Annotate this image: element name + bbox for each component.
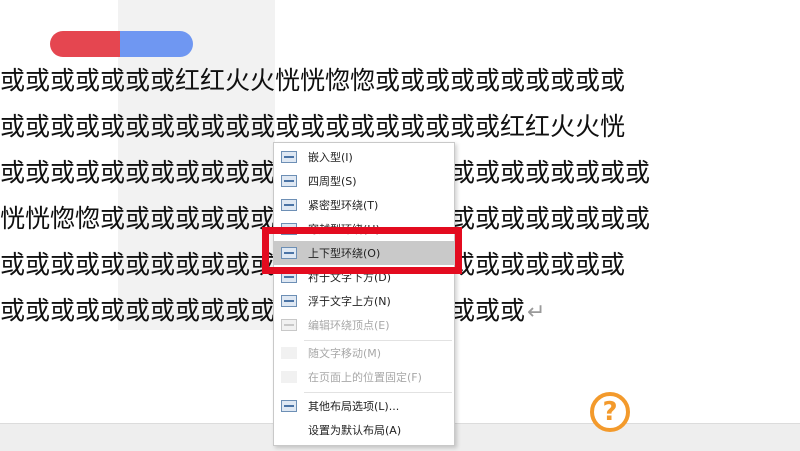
edit-wrap-points-icon	[281, 319, 297, 331]
menu-item-move-with-text: 随文字移动(M)	[274, 341, 454, 365]
square-wrap-icon	[281, 175, 297, 187]
menu-item-label: 嵌入型(I)	[308, 151, 353, 164]
color-pill-decoration	[50, 31, 193, 57]
menu-item-label: 四周型(S)	[308, 175, 357, 188]
menu-item-label: 设置为默认布局(A)	[308, 424, 402, 437]
pill-blue-segment	[120, 31, 193, 57]
document-line-1[interactable]: 或或或或或或或红红火火恍恍惚惚或或或或或或或或或或	[0, 59, 800, 103]
inline-wrap-icon	[281, 151, 297, 163]
menu-item-label: 编辑环绕顶点(E)	[308, 319, 390, 332]
in-front-of-text-icon	[281, 295, 297, 307]
menu-item-label: 其他布局选项(L)...	[308, 400, 400, 413]
menu-item-label: 紧密型环绕(T)	[308, 199, 379, 212]
more-layout-options-icon	[281, 400, 297, 412]
menu-item-label: 在页面上的位置固定(F)	[308, 371, 422, 384]
menu-item-label: 浮于文字上方(N)	[308, 295, 391, 308]
menu-item-fix-position: 在页面上的位置固定(F)	[274, 365, 454, 389]
help-icon[interactable]: ?	[590, 392, 630, 432]
paragraph-mark-icon: ↵	[527, 300, 546, 325]
menu-separator	[304, 392, 452, 393]
menu-item-edit-wrap-points: 编辑环绕顶点(E)	[274, 313, 454, 337]
menu-item-inline[interactable]: 嵌入型(I)	[274, 145, 454, 169]
text-wrap-context-menu: 嵌入型(I) 四周型(S) 紧密型环绕(T) 穿越型环绕(H) 上下型环绕(O)…	[273, 142, 455, 446]
menu-item-label: 随文字移动(M)	[308, 347, 382, 360]
menu-item-tight[interactable]: 紧密型环绕(T)	[274, 193, 454, 217]
annotation-highlight-frame	[262, 227, 462, 274]
pill-red-segment	[50, 31, 120, 57]
menu-item-more-layout-options[interactable]: 其他布局选项(L)...	[274, 394, 454, 418]
menu-item-square[interactable]: 四周型(S)	[274, 169, 454, 193]
menu-item-set-default-layout[interactable]: 设置为默认布局(A)	[274, 418, 454, 442]
menu-item-in-front-of-text[interactable]: 浮于文字上方(N)	[274, 289, 454, 313]
tight-wrap-icon	[281, 199, 297, 211]
